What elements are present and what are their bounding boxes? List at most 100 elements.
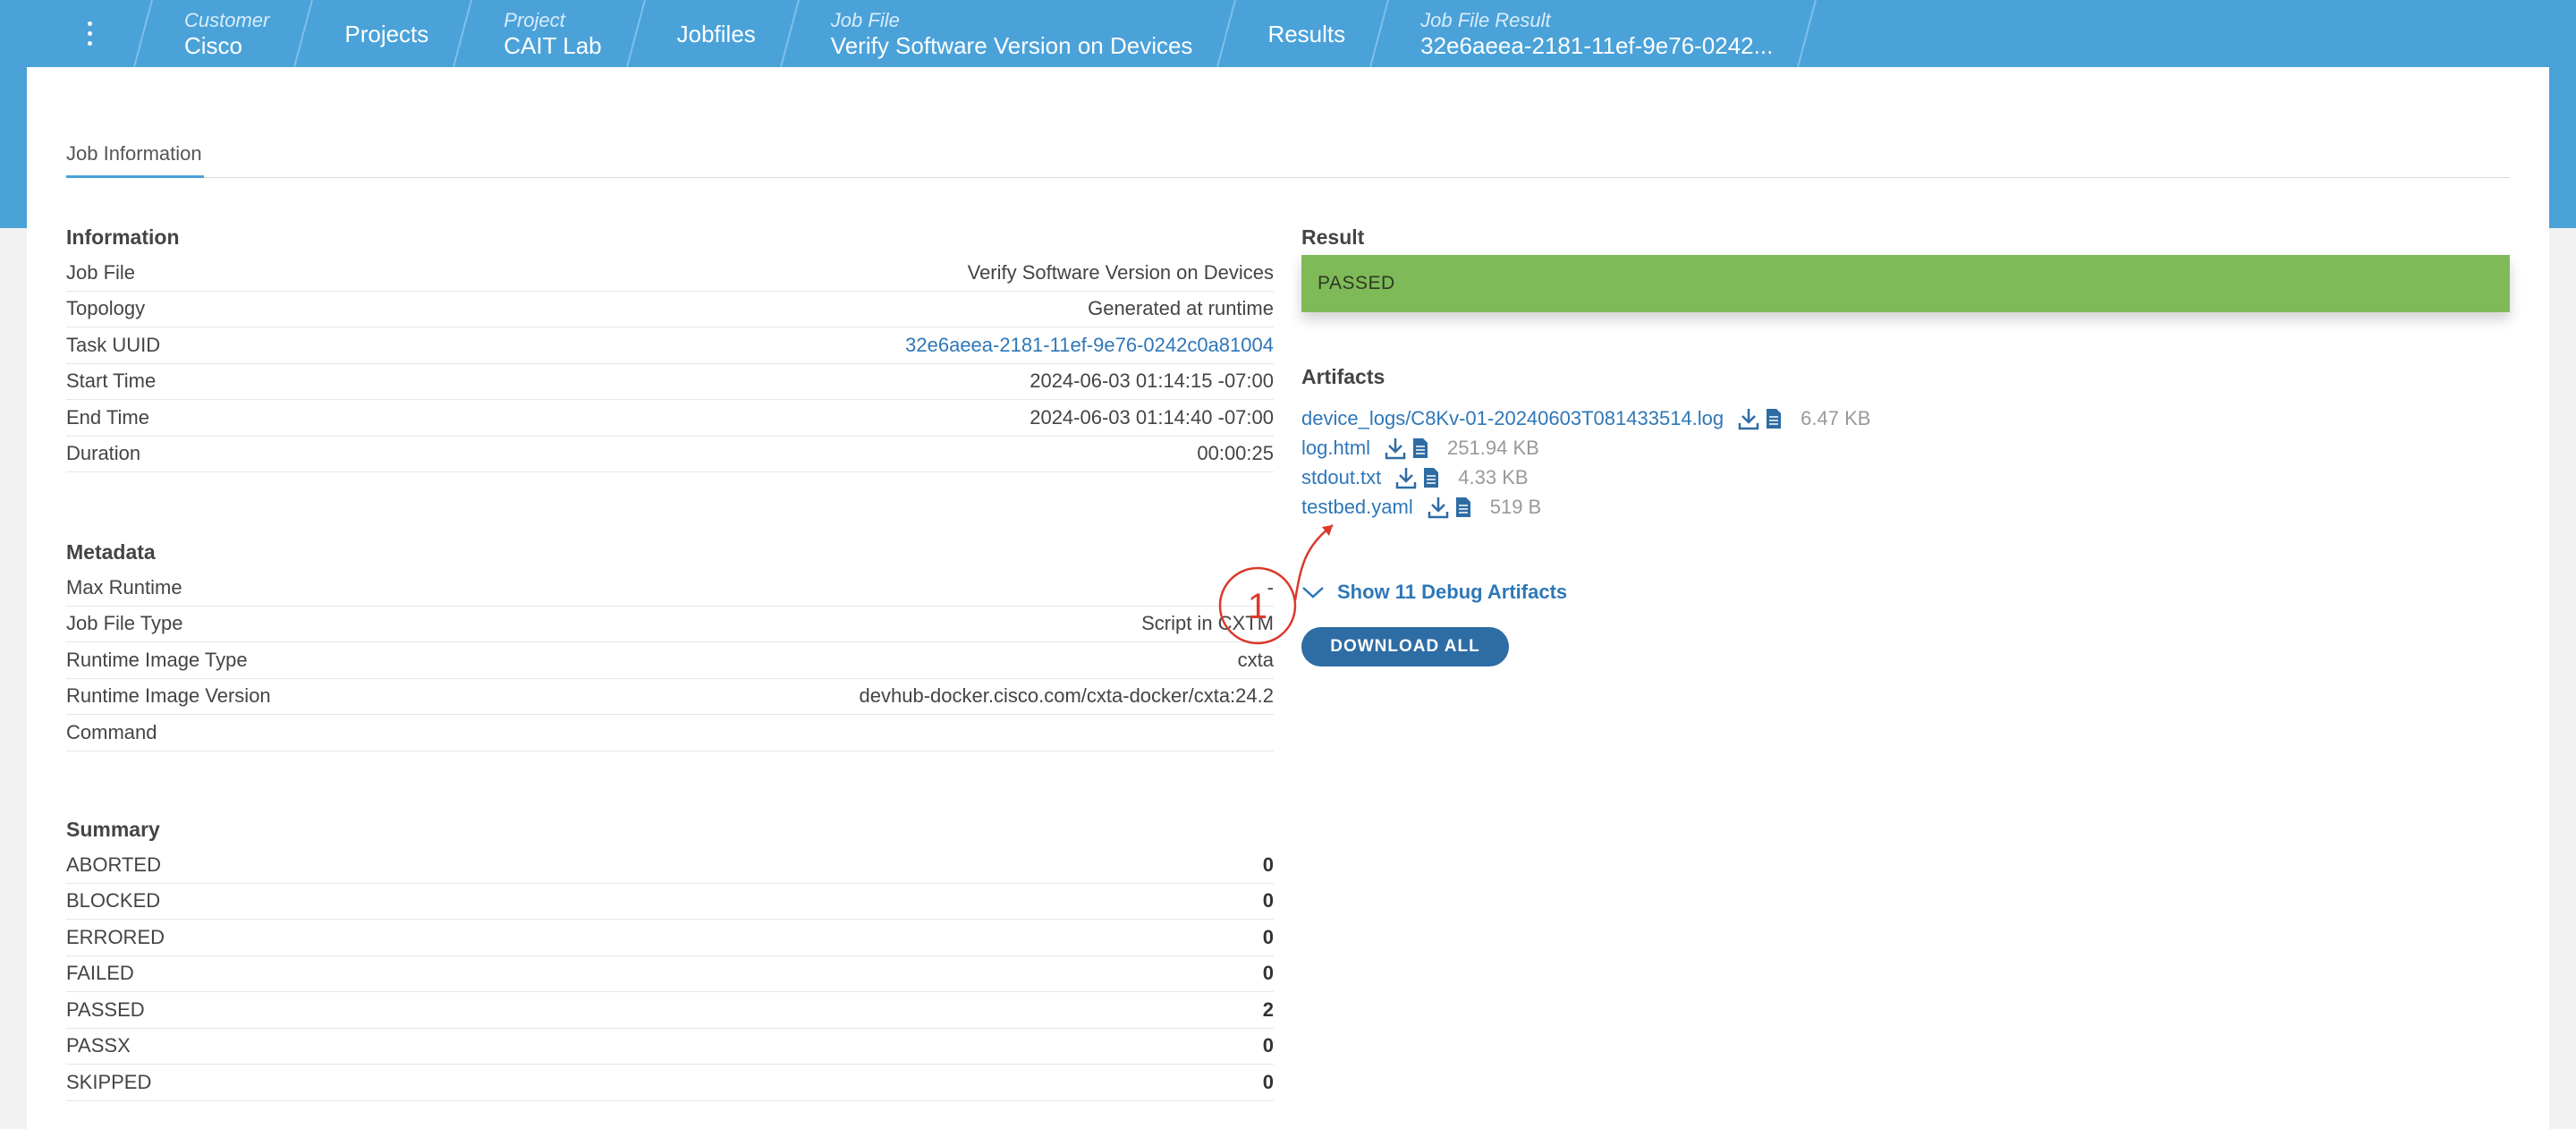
annotation-arrow — [1293, 524, 1334, 601]
summary-count: 0 — [1262, 1034, 1274, 1057]
meta-row-max-runtime: Max Runtime - — [66, 570, 1274, 607]
summary-section: Summary ABORTED 0 BLOCKED 0 ERRORED 0 FA… — [66, 811, 1274, 1101]
summary-count: 0 — [1262, 962, 1274, 985]
breadcrumb-value: CAIT Lab — [504, 31, 602, 59]
info-key: Topology — [66, 297, 146, 320]
annotation-callout: 1 — [1218, 524, 1334, 645]
breadcrumb-value: Jobfiles — [676, 20, 756, 47]
info-value: 2024-06-03 01:14:15 -07:00 — [1030, 369, 1274, 393]
info-row-job-file: Job File Verify Software Version on Devi… — [66, 255, 1274, 292]
info-value: Verify Software Version on Devices — [967, 260, 1274, 284]
info-row-end-time: End Time 2024-06-03 01:14:40 -07:00 — [66, 400, 1274, 437]
summary-count: 0 — [1262, 925, 1274, 948]
kebab-menu-button[interactable] — [0, 0, 153, 67]
information-title: Information — [66, 225, 180, 249]
download-icon[interactable] — [1738, 407, 1759, 430]
result-status-bar: PASSED — [1301, 255, 2510, 312]
info-key: Duration — [66, 442, 141, 465]
job-result-card: Job Information Information Job File Ver… — [27, 67, 2549, 1129]
artifact-size: 6.47 KB — [1801, 406, 1871, 429]
summary-count: 0 — [1262, 1070, 1274, 1093]
breadcrumb-results[interactable]: Results — [1226, 0, 1390, 67]
summary-count: 0 — [1262, 889, 1274, 913]
result-section: Result PASSED — [1301, 219, 2510, 312]
information-section: Information Job File Verify Software Ver… — [66, 219, 1274, 472]
summary-row-passx: PASSX 0 — [66, 1029, 1274, 1065]
summary-count: 2 — [1262, 997, 1274, 1021]
info-key: End Time — [66, 405, 149, 429]
breadcrumb-label: Job File — [830, 8, 900, 31]
artifact-size: 519 B — [1489, 495, 1542, 518]
breadcrumb-projects[interactable]: Projects — [303, 0, 473, 67]
annotation-number: 1 — [1248, 587, 1267, 626]
metadata-section: Metadata Max Runtime - Job File Type Scr… — [66, 534, 1274, 751]
task-uuid-link[interactable]: 32e6aeea-2181-11ef-9e76-0242c0a81004 — [905, 334, 1274, 357]
summary-row-blocked: BLOCKED 0 — [66, 884, 1274, 920]
meta-key: Runtime Image Type — [66, 648, 248, 671]
info-key: Start Time — [66, 369, 157, 393]
artifact-item: testbed.yaml 519 B — [1301, 492, 2510, 522]
breadcrumb-job-file-result: Job File Result 32e6aeea-2181-11ef-9e76-… — [1379, 0, 1818, 67]
show-debug-label: Show 11 Debug Artifacts — [1337, 581, 1568, 603]
breadcrumb-value: Cisco — [184, 31, 243, 59]
download-icon[interactable] — [1395, 466, 1417, 489]
breadcrumb-project[interactable]: Project CAIT Lab — [462, 0, 646, 67]
summary-key: PASSED — [66, 997, 145, 1021]
summary-title: Summary — [66, 818, 160, 841]
meta-row-runtime-image-type: Runtime Image Type cxta — [66, 642, 1274, 679]
summary-key: FAILED — [66, 962, 134, 985]
breadcrumb-value: Results — [1267, 20, 1346, 47]
result-status: PASSED — [1318, 273, 1395, 293]
summary-row-failed: FAILED 0 — [66, 956, 1274, 992]
info-key: Job File — [66, 260, 136, 284]
breadcrumb-label: Customer — [184, 8, 270, 31]
breadcrumb-jobfiles[interactable]: Jobfiles — [636, 0, 800, 67]
info-row-start-time: Start Time 2024-06-03 01:14:15 -07:00 — [66, 364, 1274, 400]
summary-key: ERRORED — [66, 925, 165, 948]
meta-key: Max Runtime — [66, 575, 182, 598]
breadcrumb-customer[interactable]: Customer Cisco — [143, 0, 314, 67]
artifact-link[interactable]: stdout.txt — [1301, 466, 1381, 489]
artifact-link[interactable]: log.html — [1301, 437, 1370, 460]
tab-job-information[interactable]: Job Information — [66, 139, 204, 178]
breadcrumb-label: Job File Result — [1420, 8, 1551, 31]
breadcrumb-value: Verify Software Version on Devices — [830, 31, 1193, 59]
meta-row-command: Command — [66, 715, 1274, 751]
download-icon[interactable] — [1428, 496, 1449, 519]
info-row-task-uuid: Task UUID 32e6aeea-2181-11ef-9e76-0242c0… — [66, 327, 1274, 364]
result-title: Result — [1301, 225, 1365, 249]
artifact-link[interactable]: device_logs/C8Kv-01-20240603T081433514.l… — [1301, 407, 1724, 430]
meta-row-runtime-image-version: Runtime Image Version devhub-docker.cisc… — [66, 679, 1274, 715]
tab-bar: Job Information — [66, 139, 2510, 178]
artifact-item: stdout.txt 4.33 KB — [1301, 463, 2510, 492]
show-debug-artifacts-toggle[interactable]: Show 11 Debug Artifacts — [1301, 577, 2510, 607]
meta-key: Job File Type — [66, 612, 183, 635]
artifact-size: 4.33 KB — [1458, 465, 1529, 488]
breadcrumb-job-file[interactable]: Job File Verify Software Version on Devi… — [790, 0, 1237, 67]
download-icon[interactable] — [1385, 437, 1406, 460]
file-icon[interactable] — [1411, 437, 1429, 459]
summary-key: SKIPPED — [66, 1070, 152, 1093]
summary-row-errored: ERRORED 0 — [66, 920, 1274, 956]
more-vertical-icon — [87, 21, 92, 46]
info-value: Generated at runtime — [1088, 297, 1274, 320]
artifacts-title: Artifacts — [1301, 365, 1385, 388]
info-value: 2024-06-03 01:14:40 -07:00 — [1030, 405, 1274, 429]
summary-key: BLOCKED — [66, 889, 161, 913]
file-icon[interactable] — [1765, 408, 1783, 429]
breadcrumb: Customer Cisco Projects Project CAIT Lab… — [0, 0, 2576, 67]
summary-row-skipped: SKIPPED 0 — [66, 1065, 1274, 1101]
breadcrumb-label: Project — [504, 8, 565, 31]
file-icon[interactable] — [1454, 497, 1472, 518]
meta-key: Command — [66, 720, 157, 743]
artifact-item: log.html 251.94 KB — [1301, 433, 2510, 463]
file-icon[interactable] — [1422, 467, 1440, 488]
breadcrumb-value: Projects — [344, 20, 429, 47]
artifact-size: 251.94 KB — [1447, 436, 1539, 459]
info-row-topology: Topology Generated at runtime — [66, 292, 1274, 327]
summary-row-aborted: ABORTED 0 — [66, 847, 1274, 884]
summary-row-passed: PASSED 2 — [66, 992, 1274, 1029]
artifact-item: device_logs/C8Kv-01-20240603T081433514.l… — [1301, 403, 2510, 433]
summary-key: ABORTED — [66, 853, 161, 876]
artifacts-section: Artifacts device_logs/C8Kv-01-20240603T0… — [1301, 359, 2510, 666]
